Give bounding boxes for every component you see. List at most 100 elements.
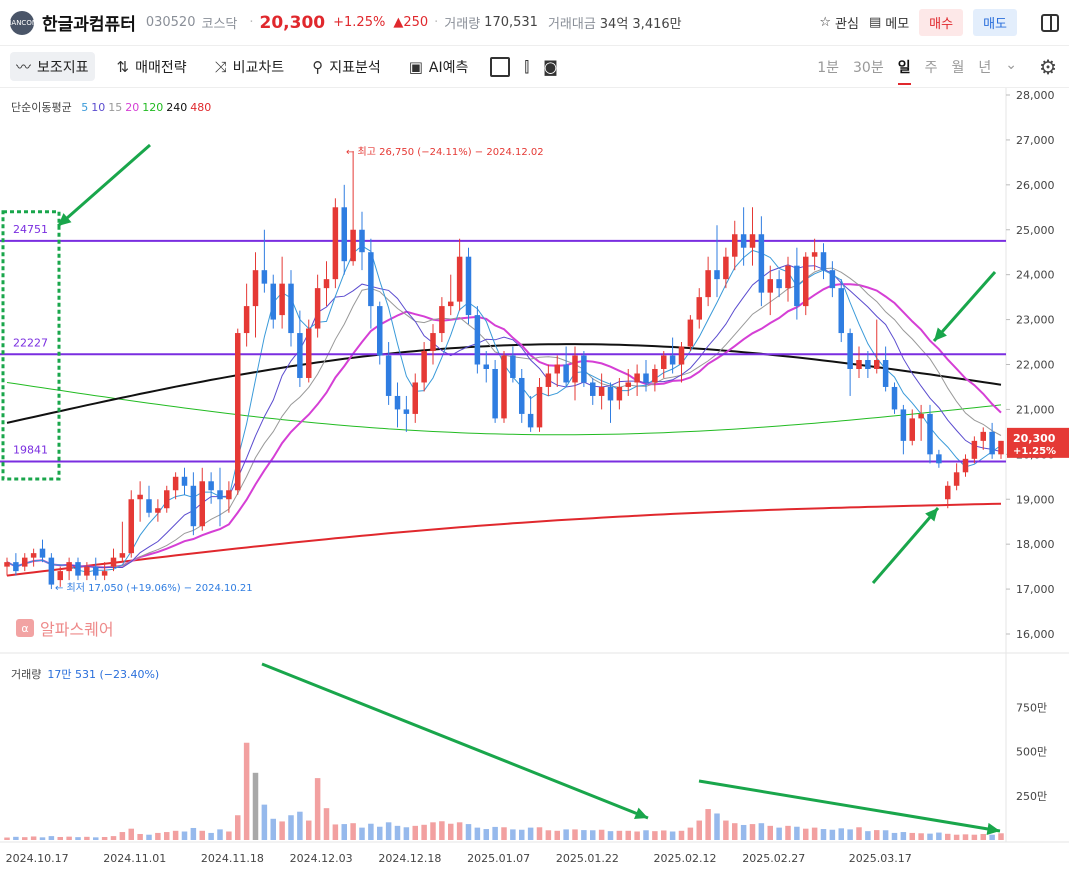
candle-body xyxy=(865,360,871,369)
y-tick-label: 26,000 xyxy=(1016,179,1055,192)
candle-body xyxy=(101,571,108,576)
volume-bar xyxy=(598,829,605,840)
x-tick-label: 2025.01.22 xyxy=(556,852,619,865)
volume-bar xyxy=(314,778,321,840)
candle-body xyxy=(261,270,268,284)
volume-legend-label: 거래량 xyxy=(11,668,42,681)
volume-bar xyxy=(412,825,419,840)
ma-legend-period: 240 xyxy=(166,101,188,114)
y-tick-label: 27,000 xyxy=(1016,134,1055,147)
volume-bar xyxy=(403,827,410,840)
volume-bar xyxy=(430,822,436,840)
volume-bar xyxy=(492,826,498,840)
candle-body xyxy=(39,548,46,558)
volume-bar xyxy=(359,827,365,840)
candle-body xyxy=(634,373,640,383)
x-tick-label: 2025.02.27 xyxy=(742,852,805,865)
volume-bar xyxy=(421,824,427,840)
candle-body xyxy=(953,472,960,486)
candle-body xyxy=(341,207,348,262)
candle-body xyxy=(820,252,827,271)
y-tick-label: 17,000 xyxy=(1016,583,1055,596)
candle-body xyxy=(811,252,818,257)
volume-bar xyxy=(518,829,525,840)
candle-body xyxy=(669,355,676,365)
volume-bar xyxy=(536,827,543,840)
candle-body xyxy=(847,333,853,369)
annotation-arrow xyxy=(932,271,997,342)
y-tick-label: 28,000 xyxy=(1016,89,1055,102)
ma-480-line xyxy=(6,502,1002,577)
volume-bar xyxy=(669,831,676,840)
volume-bar xyxy=(998,833,1004,840)
ma-legend-period: 120 xyxy=(142,101,164,114)
volume-bar xyxy=(882,830,889,840)
candle-body xyxy=(456,256,463,302)
candle-body xyxy=(616,386,623,401)
volume-bar xyxy=(900,832,907,840)
x-tick-label: 2024.11.18 xyxy=(201,852,264,865)
candle-body xyxy=(563,364,569,383)
volume-bar xyxy=(625,830,632,840)
volume-bar xyxy=(439,821,445,840)
candle-body xyxy=(305,328,312,378)
candle-body xyxy=(882,360,889,387)
volume-bar xyxy=(447,823,454,840)
ma-legend-period: 20 xyxy=(125,101,140,114)
candle-body xyxy=(447,301,454,307)
volume-bar xyxy=(936,832,942,840)
volume-bar xyxy=(740,824,747,840)
volume-bar xyxy=(811,827,818,840)
volume-bar xyxy=(30,836,37,840)
volume-bar xyxy=(110,836,117,840)
candle-body xyxy=(554,364,561,374)
candle-body xyxy=(332,207,339,280)
volume-bar xyxy=(944,833,951,840)
volume-bar xyxy=(554,830,561,840)
volume-tick-label: 500만 xyxy=(1016,746,1047,759)
volume-bar xyxy=(971,834,978,840)
candle-body xyxy=(421,351,427,383)
volume-bar xyxy=(66,836,72,840)
volume-bar xyxy=(643,830,649,840)
candle-body xyxy=(598,386,605,396)
candle-body xyxy=(297,333,303,378)
volume-bar xyxy=(39,837,46,840)
candle-body xyxy=(971,440,978,459)
candle-body xyxy=(483,364,490,369)
candle-body xyxy=(705,270,711,298)
volume-bar xyxy=(261,804,268,840)
candle-body xyxy=(589,382,596,396)
volume-bar xyxy=(163,832,170,840)
volume-bar xyxy=(288,815,294,840)
volume-bar xyxy=(616,830,623,840)
volume-bar xyxy=(572,829,578,840)
candle-body xyxy=(581,355,587,383)
volume-bar xyxy=(794,826,800,840)
x-tick-label: 2024.12.18 xyxy=(378,852,441,865)
volume-bar xyxy=(723,820,729,840)
volume-bar xyxy=(368,823,374,840)
volume-bar xyxy=(4,837,10,840)
volume-bar xyxy=(589,830,596,840)
volume-bar xyxy=(483,829,490,840)
annotation-arrow xyxy=(698,779,1001,833)
volume-bar xyxy=(767,825,774,840)
volume-bar xyxy=(155,832,161,840)
price-chart[interactable]: 16,00017,00018,00019,00020,00021,00022,0… xyxy=(0,0,1069,869)
candle-body xyxy=(474,315,481,365)
candle-body xyxy=(385,355,392,396)
volume-bar xyxy=(305,820,312,840)
candle-body xyxy=(359,229,365,253)
volume-bar xyxy=(847,829,853,840)
volume-bar xyxy=(394,825,401,840)
volume-bar xyxy=(376,826,383,840)
volume-bar xyxy=(749,824,756,840)
volume-bar xyxy=(119,832,126,840)
candle-body xyxy=(767,279,774,293)
candle-body xyxy=(217,490,223,500)
candle-body xyxy=(962,458,969,473)
annotation-arrow-head xyxy=(986,822,1000,835)
candle-body xyxy=(270,283,277,320)
volume-bar xyxy=(350,823,356,840)
